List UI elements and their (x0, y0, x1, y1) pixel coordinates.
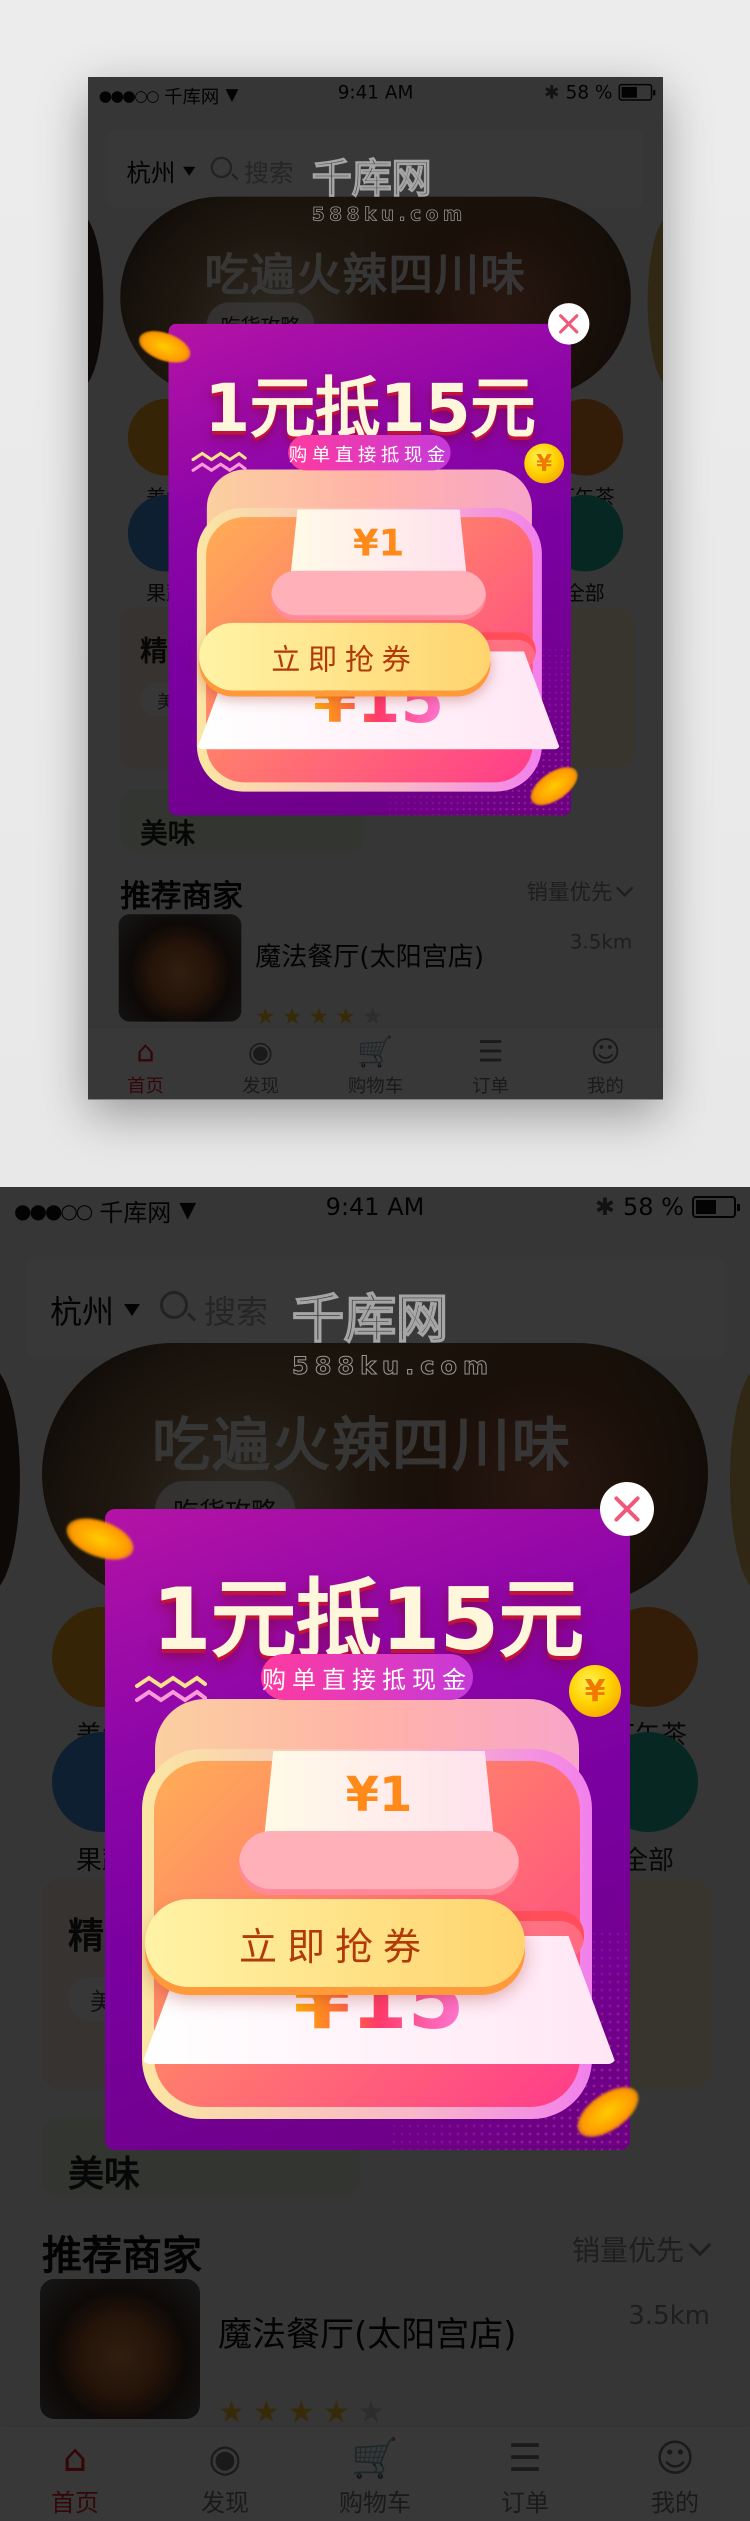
phone-screen: ●●●○○ 千库网 ▼ 9:41 AM ✱ 58 % 杭州 搜索 吃遍火辣四川味… (88, 77, 664, 1100)
coin-icon: ¥ (569, 1665, 621, 1717)
grab-coupon-button[interactable]: 立即抢券 (145, 1899, 525, 1987)
canvas: ●●●○○ 千库网 ▼ 9:41 AM ✱ 58 % 杭州 搜索 吃遍火辣四川味… (0, 0, 750, 2521)
close-icon[interactable] (548, 303, 590, 345)
zigzag-decoration (191, 451, 247, 473)
ticket-small: ¥1 (290, 509, 467, 577)
zigzag-decoration (135, 1675, 207, 1703)
preview-phone-small: ●●●○○ 千库网 ▼ 9:41 AM ✱ 58 % 杭州 搜索 吃遍火辣四川味… (88, 77, 664, 1100)
phone-screen: ●●●○○ 千库网 ▼ 9:41 AM ✱ 58 % 杭州 搜索 吃遍火辣四川味… (0, 1187, 750, 2521)
machine-slot-top (239, 1831, 519, 1895)
coupon-popup: 1元抵15元 购单直接抵现金 ¥ ¥1 ¥15 立即抢券 (134, 303, 590, 816)
close-icon[interactable] (600, 1482, 654, 1536)
popup-subtitle: 购单直接抵现金 (261, 1654, 473, 1700)
popup-subtitle: 购单直接抵现金 (288, 435, 451, 471)
machine-slot-top (271, 570, 486, 620)
watermark: 千库网 588ku.com (291, 1289, 494, 1380)
grab-coupon-button[interactable]: 立即抢券 (199, 622, 491, 691)
coin-icon: ¥ (524, 443, 565, 484)
coupon-popup: 1元抵15元 购单直接抵现金 ¥ ¥1 ¥15 立即抢券 (60, 1482, 654, 2150)
watermark: 千库网 588ku.com (311, 155, 467, 225)
ticket-small: ¥1 (264, 1751, 494, 1839)
preview-phone-large: ●●●○○ 千库网 ▼ 9:41 AM ✱ 58 % 杭州 搜索 吃遍火辣四川味… (0, 1187, 750, 2521)
